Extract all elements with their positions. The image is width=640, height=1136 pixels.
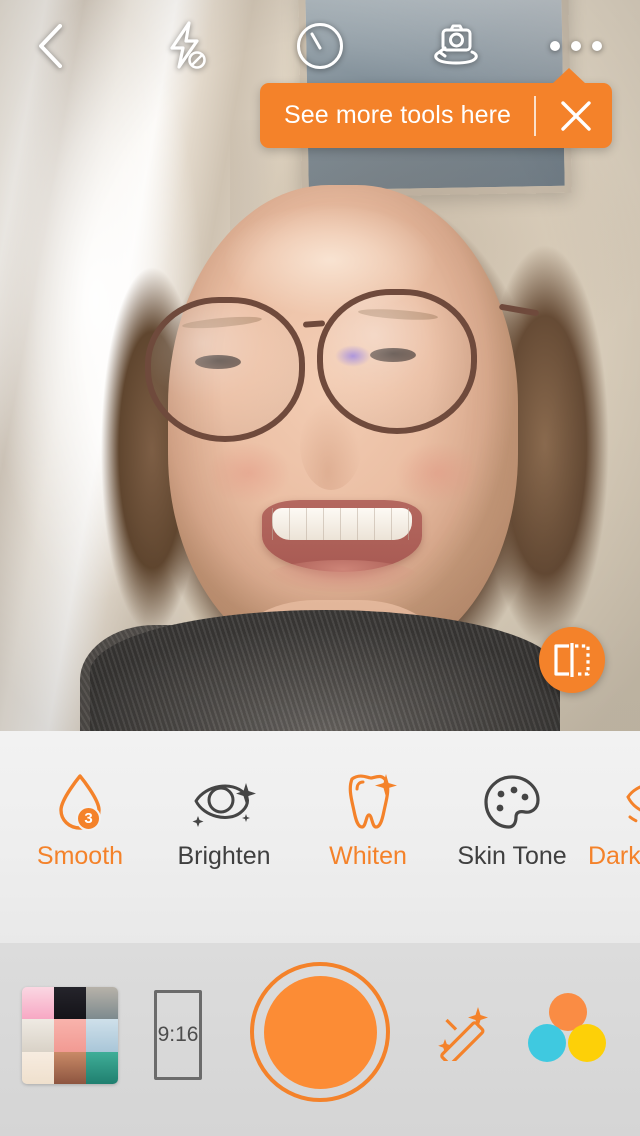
tool-smooth[interactable]: 3 Smooth — [8, 771, 152, 870]
collage-tile — [86, 1019, 118, 1052]
mirror-flip-button[interactable] — [539, 627, 605, 693]
tool-skin-tone-label: Skin Tone — [457, 842, 567, 870]
filter-circle-cyan — [528, 1024, 566, 1062]
collage-tile — [22, 987, 54, 1020]
collage-tile — [54, 987, 86, 1020]
mirror-flip-icon — [554, 643, 590, 677]
chevron-left-icon — [39, 24, 62, 68]
lower-lip — [268, 560, 418, 592]
tool-smooth-label: Smooth — [36, 842, 124, 870]
back-button[interactable] — [18, 14, 82, 78]
close-icon — [561, 100, 591, 131]
tooltip-text: See more tools here — [284, 101, 512, 129]
tooth-icon — [348, 774, 397, 829]
aspect-ratio-button[interactable]: 9:16 — [154, 990, 202, 1080]
collage-tile — [86, 987, 118, 1020]
shutter-button[interactable] — [250, 962, 390, 1102]
switch-camera-button[interactable] — [424, 14, 488, 78]
tool-smooth-icon-wrap: 3 — [55, 771, 105, 833]
filter-circle-yellow — [568, 1024, 606, 1062]
tool-whiten-label: Whiten — [329, 842, 407, 870]
filters-button[interactable] — [528, 993, 606, 1067]
tool-dark-circles[interactable]: Dark Circles — [584, 771, 640, 870]
palette-icon — [484, 775, 540, 829]
eyeglass-bridge — [302, 320, 326, 328]
tool-brighten-label: Brighten — [177, 842, 271, 870]
tool-whiten-icon-wrap — [338, 771, 398, 833]
camera-screen: See more tools here 3 Smooth Brighten Wh… — [0, 0, 640, 1136]
more-dots-icon — [550, 41, 602, 51]
tool-brighten-icon-wrap — [188, 771, 260, 833]
flash-toggle-button[interactable] — [154, 14, 218, 78]
tool-brighten[interactable]: Brighten — [152, 771, 296, 870]
dark-circles-icon — [626, 785, 640, 824]
camera-flip-icon — [434, 24, 478, 65]
collage-tile — [54, 1051, 86, 1084]
tooltip-arrow — [552, 68, 586, 84]
collage-tile — [86, 1051, 118, 1084]
tool-smooth-badge: 3 — [76, 806, 101, 831]
shutter-inner-circle — [263, 975, 377, 1089]
collage-tile — [22, 1019, 54, 1052]
top-toolbar — [0, 0, 640, 92]
aspect-ratio-label: 9:16 — [157, 1023, 199, 1046]
timer-icon — [297, 23, 343, 69]
tool-skin-tone-icon-wrap — [483, 771, 541, 833]
tooltip-divider — [534, 95, 536, 136]
tool-whiten[interactable]: Whiten — [296, 771, 440, 870]
subject-sweater — [90, 610, 560, 731]
tool-dark-circles-icon-wrap — [622, 771, 640, 833]
auto-enhance-button[interactable] — [429, 995, 499, 1065]
subject-teeth — [272, 508, 412, 540]
collage-tile — [22, 1051, 54, 1084]
templates-gallery-button[interactable] — [22, 987, 118, 1084]
eye-sparkle-icon — [192, 783, 256, 827]
tool-skin-tone[interactable]: Skin Tone — [440, 771, 584, 870]
tooltip-see-more-tools: See more tools here — [260, 68, 612, 148]
tool-dark-circles-label: Dark Circles — [587, 842, 640, 870]
lens-reflection — [335, 345, 371, 367]
tooltip-close-button[interactable] — [540, 83, 612, 148]
magic-wand-icon — [438, 1007, 488, 1061]
timer-button[interactable] — [288, 14, 352, 78]
subject-nose — [300, 400, 362, 490]
collage-tile — [54, 1019, 86, 1052]
flash-off-icon — [170, 21, 206, 69]
beauty-tools-strip[interactable]: 3 Smooth Brighten Whiten Skin Tone Dark — [0, 731, 640, 943]
eyeglass-lens-left — [145, 297, 305, 442]
beauty-tools-row: 3 Smooth Brighten Whiten Skin Tone Dark — [0, 731, 640, 870]
